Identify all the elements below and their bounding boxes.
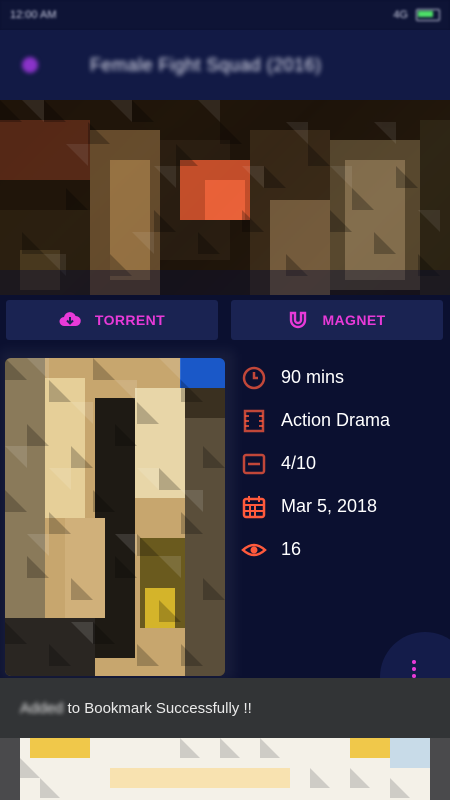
runtime-value: 90 mins: [281, 367, 345, 387]
genre-value: Action Drama: [281, 410, 391, 430]
rating-value: 4/10: [281, 453, 317, 473]
poster-mosaic: [5, 358, 225, 676]
magnet-label: MAGNET: [322, 312, 386, 328]
info-runtime: 90 mins: [238, 356, 443, 399]
cloud-download-icon: [59, 311, 81, 329]
page-title: Female Fight Squad (2016): [90, 54, 322, 75]
banner-mosaic: [0, 100, 450, 295]
bottom-ad-strip: [0, 738, 450, 800]
ad-banner-mosaic: [20, 738, 430, 800]
ad-banner[interactable]: [20, 738, 430, 800]
movie-info-list: 90 mins Action Drama 4/10 Mar 5, 2018 16: [238, 356, 443, 571]
film-strip-icon: [238, 405, 270, 437]
release-date-value: Mar 5, 2018: [281, 496, 378, 516]
app-bar: Female Fight Squad (2016): [0, 30, 450, 100]
movie-poster[interactable]: [5, 358, 225, 676]
info-genre: Action Drama: [238, 399, 443, 442]
clock-icon: [238, 362, 270, 394]
more-vert-icon: [412, 660, 416, 678]
snackbar-prefix: Added: [20, 699, 64, 717]
status-icons: 4G: [393, 9, 440, 21]
magnet-button[interactable]: MAGNET: [231, 300, 443, 340]
calendar-icon: [238, 491, 270, 523]
back-icon: [22, 57, 38, 73]
info-views: 16: [238, 528, 443, 571]
torrent-label: TORRENT: [94, 312, 166, 328]
network-label: 4G: [393, 9, 408, 21]
magnet-icon: [288, 310, 308, 330]
snackbar: Added to Bookmark Successfully !!: [0, 678, 450, 738]
download-buttons: TORRENT MAGNET: [0, 300, 450, 342]
status-bar: 12:00 AM 4G: [0, 0, 450, 30]
torrent-button[interactable]: TORRENT: [6, 300, 218, 340]
battery-icon: [416, 9, 440, 21]
rating-icon: [238, 448, 270, 480]
eye-icon: [238, 534, 270, 566]
info-rating: 4/10: [238, 442, 443, 485]
back-button[interactable]: [0, 30, 60, 100]
status-time: 12:00 AM: [10, 9, 57, 21]
views-value: 16: [281, 539, 302, 559]
info-release-date: Mar 5, 2018: [238, 485, 443, 528]
movie-banner-image: [0, 100, 450, 295]
snackbar-message: to Bookmark Successfully !!: [67, 699, 252, 717]
